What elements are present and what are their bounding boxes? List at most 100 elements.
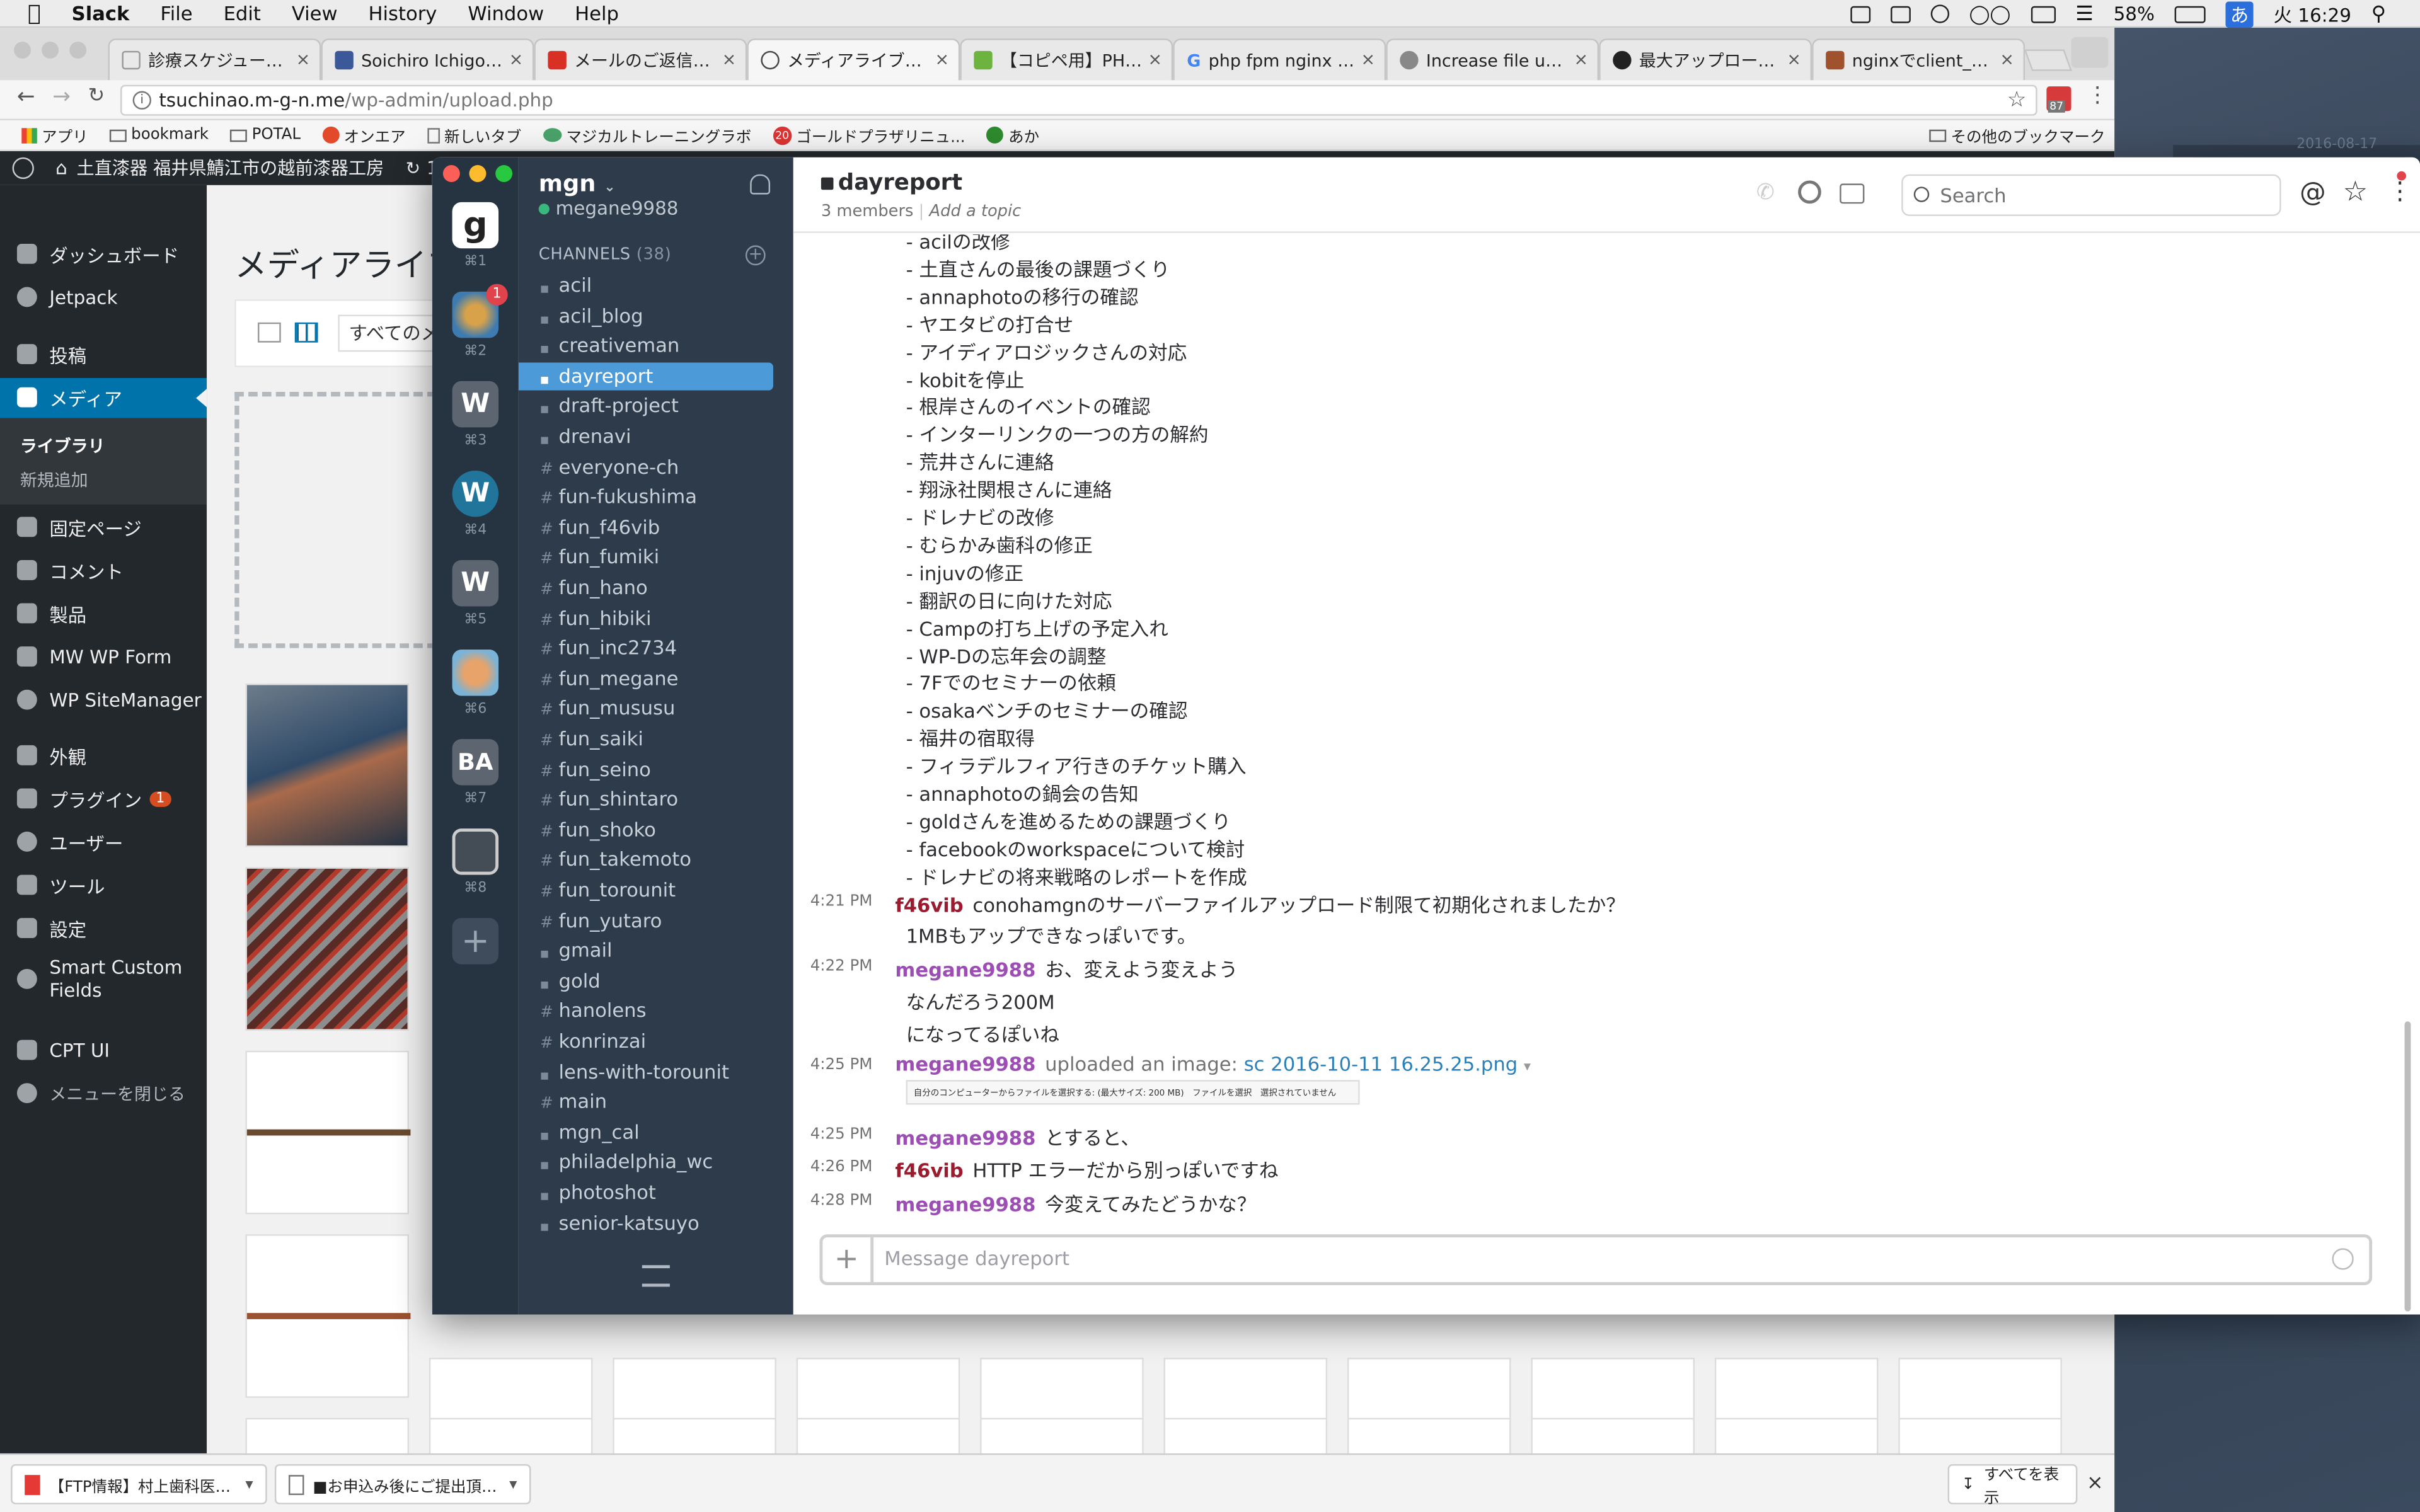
chevron-down-icon[interactable]: ▾ xyxy=(509,1475,517,1492)
close-tab-icon[interactable]: × xyxy=(1574,49,1588,69)
media-thumbnail[interactable] xyxy=(245,867,409,1031)
channel-item[interactable]: ■ dayreport xyxy=(518,362,773,391)
chat-icon[interactable] xyxy=(1930,4,1949,23)
channel-item[interactable]: ■ mgn_cal xyxy=(540,1118,639,1146)
bookmark-link[interactable]: 新しいタブ xyxy=(427,123,521,147)
menu-view[interactable]: View xyxy=(292,1,338,25)
other-bookmarks[interactable]: その他のブックマーク xyxy=(1929,123,2105,147)
media-thumbnail[interactable] xyxy=(245,1234,411,1398)
close-tab-icon[interactable]: × xyxy=(1361,49,1375,69)
message-timestamp[interactable]: 4:25 PM xyxy=(810,1126,873,1143)
list-view-icon[interactable] xyxy=(257,322,281,343)
browser-tab[interactable]: Soichiro Ichigo Tana× xyxy=(321,38,534,81)
browser-tab[interactable]: 診療スケジュール | 村× xyxy=(108,38,321,81)
attach-button[interactable]: + xyxy=(822,1237,874,1283)
channel-item[interactable]: # fun_megane xyxy=(540,665,678,692)
wp-menu-cpt-ui[interactable]: CPT UI xyxy=(0,1031,207,1071)
channel-item[interactable]: # fun_seino xyxy=(540,755,651,783)
file-link[interactable]: sc 2016-10-11 16.25.25.png xyxy=(1244,1052,1518,1075)
add-topic-link[interactable]: Add a topic xyxy=(930,202,1022,220)
channel-item[interactable]: ■ lens-with-torounit xyxy=(540,1058,729,1085)
team-name-menu[interactable]: mgn ⌄ xyxy=(539,169,616,197)
channel-item[interactable]: # fun_takemoto xyxy=(540,846,691,874)
channel-item[interactable]: ■ acil xyxy=(540,272,592,299)
reload-icon[interactable]: ↻ xyxy=(88,85,105,108)
info-icon[interactable]: i xyxy=(132,91,152,110)
channel-item[interactable]: # fun_hano xyxy=(540,574,648,602)
browser-tab-active[interactable]: メディアライブラリ ‹× xyxy=(747,38,960,81)
close-tab-icon[interactable]: × xyxy=(1787,49,1801,69)
close-downloads-icon[interactable]: × xyxy=(2087,1472,2104,1495)
menubar-clock[interactable]: 火 16:29 xyxy=(2274,1,2351,27)
team-icon[interactable]: g xyxy=(452,202,499,249)
channel-item[interactable]: ■ gmail xyxy=(540,937,612,965)
channel-item[interactable]: ■ creativeman xyxy=(540,332,679,360)
media-thumbnail[interactable] xyxy=(980,1358,1144,1426)
bookmark-star-icon[interactable]: ☆ xyxy=(2007,86,2027,114)
media-thumbnail[interactable] xyxy=(796,1358,960,1426)
channel-item[interactable]: ■ gold xyxy=(540,967,601,995)
close-tab-icon[interactable]: × xyxy=(296,49,311,69)
back-arrow-icon[interactable]: ← xyxy=(17,85,35,110)
team-icon[interactable]: W xyxy=(452,381,499,428)
message-author[interactable]: f46vib xyxy=(895,893,963,917)
message-timestamp[interactable]: 4:26 PM xyxy=(810,1159,873,1176)
input-method-indicator[interactable]: あ xyxy=(2225,1,2254,27)
message-timestamp[interactable]: 4:21 PM xyxy=(810,893,873,910)
bookmark-link[interactable]: あか xyxy=(986,123,1039,147)
glasses-icon[interactable]: ◯◯ xyxy=(1969,3,2011,25)
browser-tab[interactable]: nginxでclient_max_b× xyxy=(1812,38,2025,81)
media-thumbnail[interactable] xyxy=(1714,1358,1879,1426)
menu-window[interactable]: Window xyxy=(468,1,544,25)
menu-slack[interactable]: Slack xyxy=(72,1,130,25)
wp-menu-mw-wp-form[interactable]: MW WP Form xyxy=(0,637,207,677)
menu-help[interactable]: Help xyxy=(575,1,619,25)
message-input[interactable]: Message dayreport xyxy=(884,1247,1069,1270)
home-icon[interactable]: ⌂ xyxy=(55,158,67,179)
calendar-icon[interactable] xyxy=(1890,5,1911,23)
channel-item[interactable]: # fun_torounit xyxy=(540,876,676,904)
member-count[interactable]: 3 members xyxy=(821,202,914,220)
channel-item[interactable]: # everyone-ch xyxy=(540,453,679,481)
wp-submenu-add-new[interactable]: 新規追加 xyxy=(20,467,88,492)
wordpress-logo-icon[interactable] xyxy=(12,157,34,180)
close-tab-icon[interactable]: × xyxy=(935,49,950,69)
menu-edit[interactable]: Edit xyxy=(224,1,261,25)
channels-header[interactable]: CHANNELS (38) xyxy=(539,245,672,263)
team-icon[interactable]: W xyxy=(452,559,499,607)
wifi-icon[interactable]: ☰ xyxy=(2075,3,2094,26)
channel-title[interactable]: dayreport xyxy=(821,171,962,196)
mentions-icon[interactable]: @ xyxy=(2300,178,2326,209)
channel-item[interactable]: # main xyxy=(540,1088,607,1116)
channel-item[interactable]: ■ drenavi xyxy=(540,423,631,450)
wp-menu-products[interactable]: 製品 xyxy=(0,594,207,634)
wp-menu-users[interactable]: ユーザー xyxy=(0,822,207,862)
media-thumbnail[interactable] xyxy=(1347,1358,1511,1426)
channel-item[interactable]: # fun_yutaro xyxy=(540,907,662,934)
show-all-downloads-button[interactable]: ↧ すべてを表示 xyxy=(1947,1464,2078,1508)
current-user[interactable]: megane9988 xyxy=(538,197,679,219)
channel-item[interactable]: # fun_mususu xyxy=(540,695,675,723)
channel-item[interactable]: # fun_fumiki xyxy=(540,544,659,571)
window-zoom-button[interactable] xyxy=(69,42,87,59)
forward-arrow-icon[interactable]: → xyxy=(52,85,71,110)
browser-tab[interactable]: 【コピペ用】PHPのア× xyxy=(960,38,1173,81)
robot-team-icon[interactable] xyxy=(452,828,499,875)
window-zoom-button[interactable] xyxy=(495,165,513,182)
channel-item[interactable]: ■ draft-project xyxy=(540,392,679,420)
notifications-bell-icon[interactable] xyxy=(750,174,771,195)
message-timestamp[interactable]: 4:22 PM xyxy=(810,958,873,975)
team-icon[interactable]: BA xyxy=(452,739,499,786)
chevron-down-icon[interactable]: ▾ xyxy=(1524,1060,1531,1075)
menu-history[interactable]: History xyxy=(369,1,437,25)
message-author[interactable]: megane9988 xyxy=(895,1126,1035,1150)
profile-icon[interactable] xyxy=(2071,37,2109,68)
close-tab-icon[interactable]: × xyxy=(722,49,737,69)
updates-icon[interactable]: ↻ xyxy=(406,158,421,179)
call-icon[interactable]: ✆ xyxy=(1756,181,1775,205)
channel-item[interactable]: # fun_saiki xyxy=(540,725,643,753)
channel-item[interactable]: # fun_hibiki xyxy=(540,604,651,632)
channel-item[interactable]: # hanolens xyxy=(540,997,646,1025)
channel-item[interactable]: # fun_inc2734 xyxy=(540,634,677,662)
channel-item[interactable]: ■ photoshot xyxy=(540,1179,656,1206)
